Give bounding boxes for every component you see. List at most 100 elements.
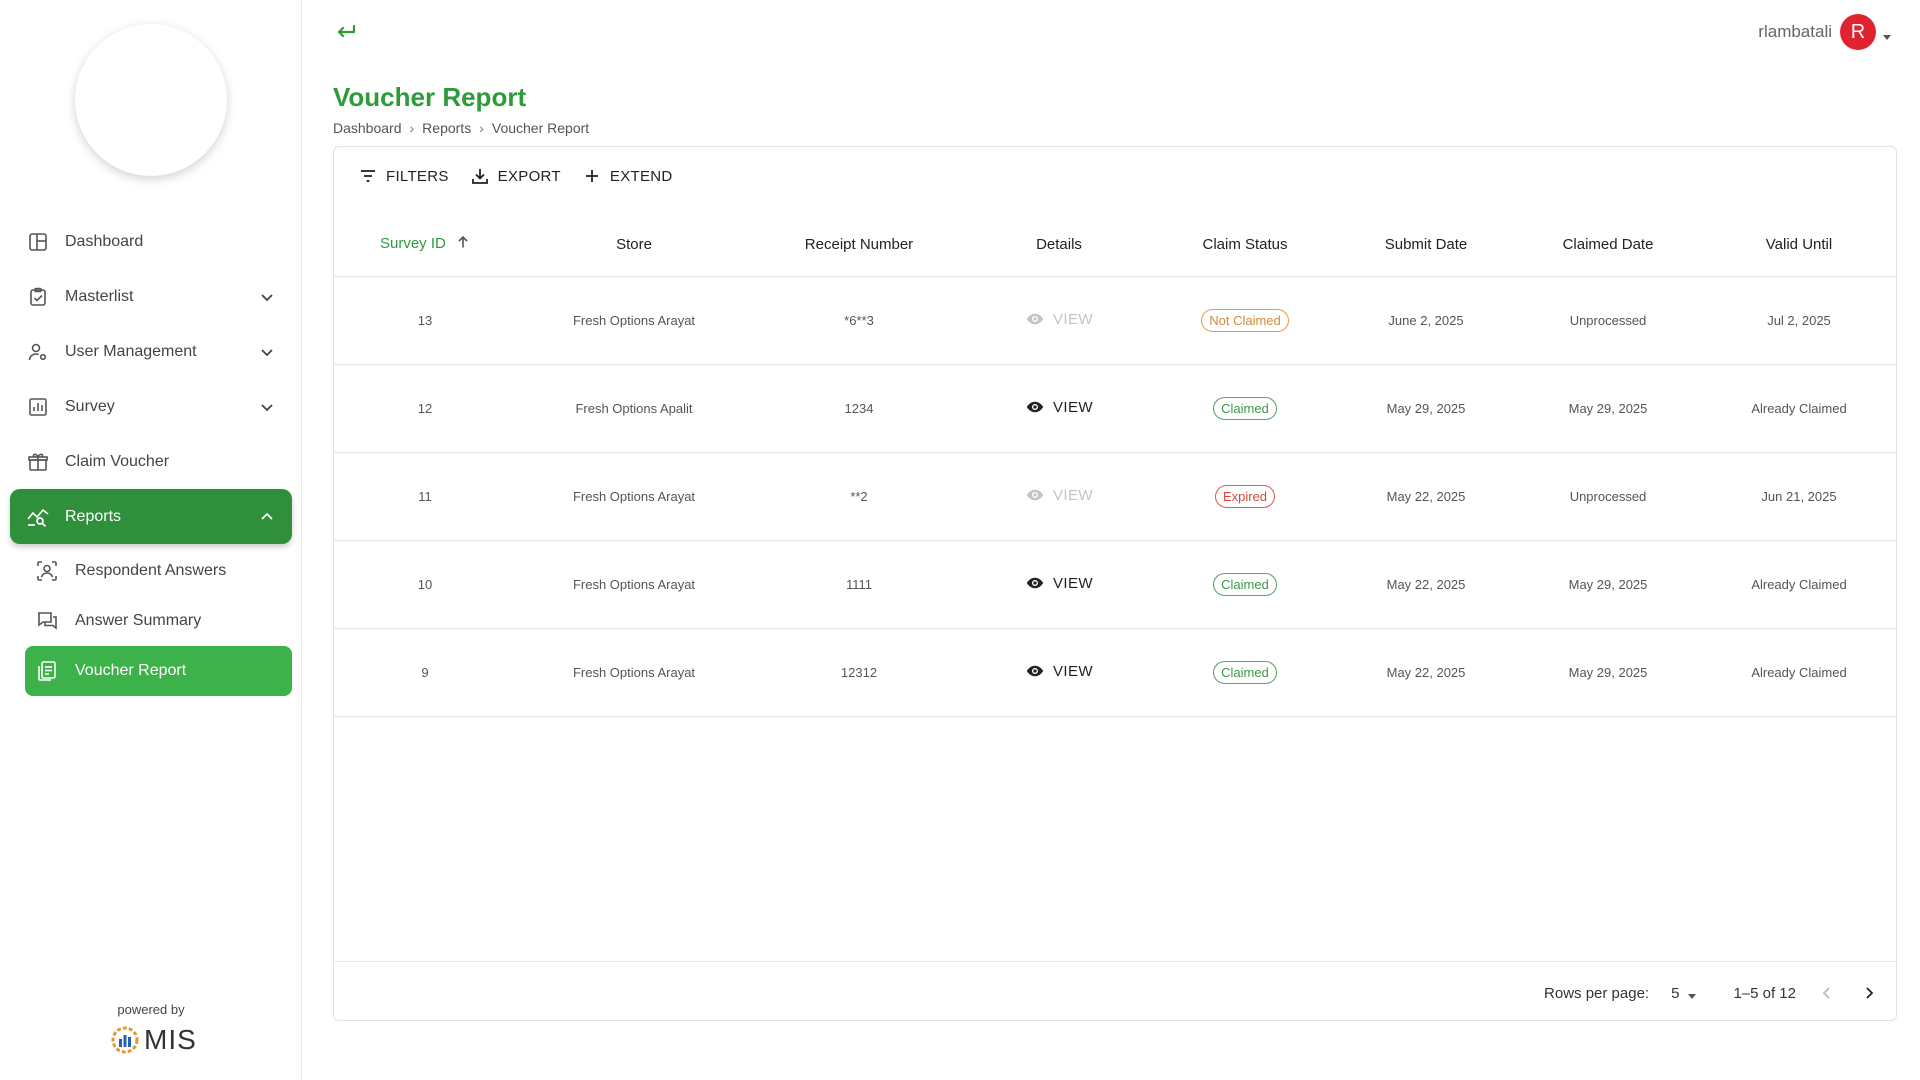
column-header-store[interactable]: Store <box>516 213 752 277</box>
mis-logo-icon <box>110 1025 140 1055</box>
cell-claimed-date: May 29, 2025 <box>1514 364 1702 453</box>
column-header-details[interactable]: Details <box>966 213 1152 277</box>
cell-valid-until: Jun 21, 2025 <box>1702 452 1896 541</box>
table-row[interactable]: 10 Fresh Options Arayat 1111 VIEW Claimed May… <box>334 540 1896 629</box>
sidebar-item-masterlist[interactable]: Masterlist <box>10 269 292 324</box>
rows-per-page-select[interactable]: 5 <box>1671 985 1697 1002</box>
page-title: Voucher Report <box>333 82 527 112</box>
eye-icon <box>1025 485 1045 505</box>
sidebar-item-dashboard[interactable]: Dashboard <box>10 214 292 269</box>
username: rlambatali <box>1758 22 1832 41</box>
breadcrumb: Dashboard › Reports › Voucher Report <box>333 120 589 136</box>
previous-page-icon[interactable] <box>1816 982 1838 1004</box>
status-badge: Claimed <box>1213 572 1277 596</box>
download-icon <box>471 167 489 185</box>
pagination: Rows per page: 5 1–5 of 12 <box>1544 982 1880 1004</box>
sidebar-item-label: Dashboard <box>65 232 144 250</box>
table-row[interactable]: 12 Fresh Options Apalit 1234 VIEW Claimed May… <box>334 364 1896 453</box>
cell-valid-until: Already Claimed <box>1702 628 1896 717</box>
filter-icon <box>359 167 377 185</box>
cell-survey-id: 13 <box>334 276 516 365</box>
cell-submit-date: May 22, 2025 <box>1338 452 1514 541</box>
table-header-row: Survey ID Store Receipt Number Details C… <box>334 213 1896 277</box>
column-header-submit-date[interactable]: Submit Date <box>1338 213 1514 277</box>
cell-store: Fresh Options Apalit <box>516 364 752 453</box>
sidebar-item-claim-voucher[interactable]: Claim Voucher <box>10 434 292 489</box>
breadcrumb-reports[interactable]: Reports <box>422 120 471 136</box>
plus-icon <box>583 167 601 185</box>
sidebar-item-label: Survey <box>65 397 115 415</box>
voucher-table: Survey ID Store Receipt Number Details C… <box>334 213 1896 717</box>
view-label: VIEW <box>1053 398 1093 416</box>
view-label: VIEW <box>1053 662 1093 680</box>
cell-submit-date: May 22, 2025 <box>1338 540 1514 629</box>
cell-claim-status: Claimed <box>1152 540 1338 629</box>
cell-claimed-date: Unprocessed <box>1514 452 1702 541</box>
cell-valid-until: Already Claimed <box>1702 540 1896 629</box>
cell-survey-id: 9 <box>334 628 516 717</box>
sidebar-item-reports[interactable]: Reports <box>10 489 292 544</box>
avatar[interactable]: R <box>1840 14 1876 50</box>
sidebar-subitem-answer-summary[interactable]: Answer Summary <box>25 596 292 646</box>
sidebar-item-user-management[interactable]: User Management <box>10 324 292 379</box>
view-label: VIEW <box>1053 310 1093 328</box>
table-row[interactable]: 13 Fresh Options Arayat *6**3 VIEW Not Claim… <box>334 276 1896 365</box>
report-document-icon <box>35 659 59 683</box>
table-toolbar: FILTERS EXPORT EXTEND <box>359 167 695 185</box>
breadcrumb-dashboard[interactable]: Dashboard <box>333 120 402 136</box>
view-button[interactable]: VIEW <box>1025 397 1093 417</box>
sidebar-item-survey[interactable]: Survey <box>10 379 292 434</box>
cell-store: Fresh Options Arayat <box>516 452 752 541</box>
user-menu[interactable]: rlambatali R <box>1758 14 1892 50</box>
eye-icon <box>1025 309 1045 329</box>
status-badge: Not Claimed <box>1201 308 1289 332</box>
cell-claimed-date: May 29, 2025 <box>1514 628 1702 717</box>
column-header-claimed-date[interactable]: Claimed Date <box>1514 213 1702 277</box>
extend-button[interactable]: EXTEND <box>583 167 673 185</box>
breadcrumb-current: Voucher Report <box>491 120 590 136</box>
caret-down-icon <box>1882 27 1892 40</box>
view-button[interactable]: VIEW <box>1025 573 1093 593</box>
bar-chart-icon <box>27 396 49 418</box>
cell-valid-until: Jul 2, 2025 <box>1702 276 1896 365</box>
sidebar-subitem-voucher-report[interactable]: Voucher Report <box>25 646 292 696</box>
view-button[interactable]: VIEW <box>1025 485 1093 505</box>
cell-receipt-number: 1111 <box>752 540 966 629</box>
export-button[interactable]: EXPORT <box>471 167 561 185</box>
back-arrow-icon[interactable] <box>334 20 358 44</box>
reports-submenu: Respondent Answers Answer Summary Vouche… <box>10 546 292 696</box>
cell-receipt-number: 1234 <box>752 364 966 453</box>
cell-details: VIEW <box>966 276 1152 365</box>
breadcrumb-separator: › <box>409 120 415 136</box>
filters-button[interactable]: FILTERS <box>359 167 449 185</box>
sidebar: Dashboard Masterlist User Management Sur… <box>0 0 302 1080</box>
user-gear-icon <box>27 341 49 363</box>
cell-details: VIEW <box>966 452 1152 541</box>
cell-receipt-number: *6**3 <box>752 276 966 365</box>
view-button[interactable]: VIEW <box>1025 661 1093 681</box>
dashboard-icon <box>27 231 49 253</box>
sidebar-subitem-respondent-answers[interactable]: Respondent Answers <box>25 546 292 596</box>
column-header-valid-until[interactable]: Valid Until <box>1702 213 1896 277</box>
eye-icon <box>1025 397 1045 417</box>
voucher-report-card: FILTERS EXPORT EXTEND Survey ID Store Re… <box>333 146 1897 1021</box>
clipboard-check-icon <box>27 286 49 308</box>
sort-ascending-icon <box>456 235 470 253</box>
cell-survey-id: 10 <box>334 540 516 629</box>
column-header-survey-id[interactable]: Survey ID <box>334 213 516 277</box>
eye-icon <box>1025 573 1045 593</box>
pagination-range: 1–5 of 12 <box>1733 984 1796 1002</box>
view-button[interactable]: VIEW <box>1025 309 1093 329</box>
next-page-icon[interactable] <box>1858 982 1880 1004</box>
table-row[interactable]: 11 Fresh Options Arayat **2 VIEW Expired May … <box>334 452 1896 541</box>
cell-details: VIEW <box>966 364 1152 453</box>
person-scan-icon <box>35 559 59 583</box>
breadcrumb-separator: › <box>479 120 484 136</box>
column-header-receipt-number[interactable]: Receipt Number <box>752 213 966 277</box>
cell-store: Fresh Options Arayat <box>516 540 752 629</box>
brand-name: MIS <box>144 1024 197 1055</box>
sidebar-item-label: Masterlist <box>65 287 134 305</box>
column-header-claim-status[interactable]: Claim Status <box>1152 213 1338 277</box>
analytics-icon <box>27 506 49 528</box>
table-row[interactable]: 9 Fresh Options Arayat 12312 VIEW Claimed May… <box>334 628 1896 717</box>
